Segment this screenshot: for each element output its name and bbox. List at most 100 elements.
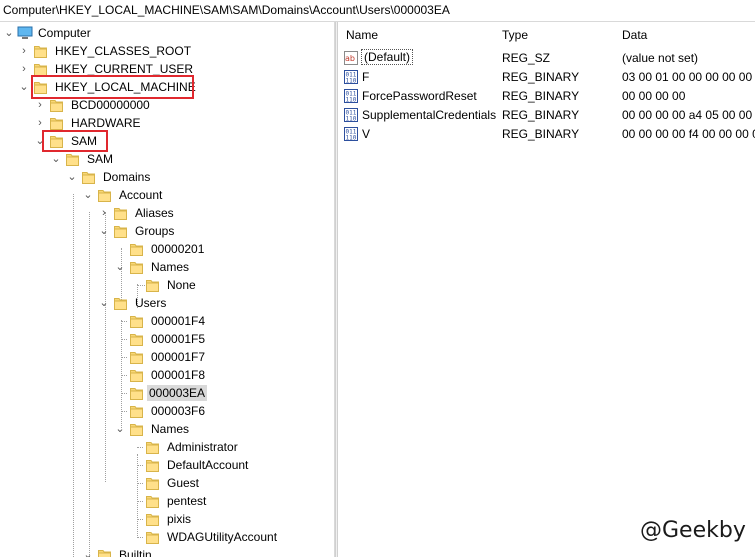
- value-row[interactable]: 011 110 ForcePasswordReset REG_BINARY 00 00 …: [338, 87, 755, 106]
- folder-icon: [146, 440, 159, 454]
- value-name: V: [362, 127, 371, 141]
- chevron-down-icon[interactable]: ⌄: [82, 546, 94, 557]
- folder-icon: [130, 368, 143, 382]
- tree-label: Builtin: [119, 548, 152, 557]
- value-type: REG_BINARY: [502, 108, 580, 122]
- tree-label: BCD00000000: [71, 98, 150, 112]
- registry-tree[interactable]: ⌄ Computer › HKEY_CLASSES_ROOT › HKEY_CU…: [0, 22, 335, 557]
- chevron-down-icon[interactable]: ⌄: [98, 294, 110, 312]
- folder-icon: [114, 224, 127, 238]
- value-name: ForcePasswordReset: [362, 89, 477, 103]
- tree-label: SAM: [87, 152, 114, 166]
- svg-text:110: 110: [346, 135, 357, 142]
- value-name: (Default): [360, 49, 414, 65]
- value-data: (value not set): [622, 51, 699, 65]
- folder-icon: [130, 314, 143, 328]
- column-header-name[interactable]: Name: [346, 28, 378, 42]
- tree-label: Users: [135, 296, 167, 310]
- tree-label: HARDWARE: [71, 116, 141, 130]
- svg-text:110: 110: [346, 78, 357, 85]
- tree-label: 000001F5: [151, 332, 206, 346]
- folder-icon: [146, 494, 159, 508]
- value-name: SupplementalCredentials: [362, 108, 497, 122]
- highlight-box-hklm: [31, 75, 194, 99]
- chevron-down-icon[interactable]: ⌄: [18, 78, 30, 96]
- binary-value-icon: 011110: [344, 70, 358, 84]
- tree-label: Account: [119, 188, 163, 202]
- folder-icon: [98, 548, 111, 557]
- value-data: 03 00 01 00 00 00 00 00 4d: [622, 70, 755, 84]
- tree-label: 000003EA: [147, 385, 208, 401]
- chevron-down-icon[interactable]: ⌄: [98, 222, 110, 240]
- folder-icon: [34, 44, 47, 58]
- tree-label: pixis: [167, 512, 192, 526]
- folder-icon: [114, 206, 127, 220]
- folder-icon: [146, 458, 159, 472]
- binary-value-icon: 011110: [344, 89, 358, 103]
- chevron-down-icon[interactable]: ⌄: [50, 150, 62, 168]
- address-bar[interactable]: Computer\HKEY_LOCAL_MACHINE\SAM\SAM\Doma…: [0, 0, 755, 22]
- folder-icon: [34, 62, 47, 76]
- tree-label: HKEY_CLASSES_ROOT: [55, 44, 192, 58]
- folder-icon: [82, 170, 95, 184]
- chevron-right-icon[interactable]: ›: [98, 204, 110, 222]
- value-type: REG_SZ: [502, 51, 551, 65]
- value-data: 00 00 00 00: [622, 89, 686, 103]
- string-value-icon: ab: [344, 51, 358, 65]
- folder-icon: [98, 188, 111, 202]
- value-type: REG_BINARY: [502, 89, 580, 103]
- tree-label: 000001F7: [151, 350, 206, 364]
- tree-label: 000003F6: [151, 404, 206, 418]
- value-name: F: [362, 70, 370, 84]
- tree-label: None: [167, 278, 196, 292]
- tree-label: Names: [151, 260, 190, 274]
- values-list[interactable]: Name Type Data ab (Default) REG_SZ (value n…: [338, 22, 755, 557]
- tree-label: Domains: [103, 170, 151, 184]
- folder-icon: [130, 386, 143, 400]
- tree-label: 00000201: [151, 242, 205, 256]
- folder-icon: [114, 296, 127, 310]
- folder-icon: [50, 116, 63, 130]
- tree-label: Administrator: [167, 440, 238, 454]
- column-header-data[interactable]: Data: [622, 28, 647, 42]
- chevron-down-icon[interactable]: ⌄: [114, 258, 126, 276]
- value-type: REG_BINARY: [502, 127, 580, 141]
- folder-icon: [130, 260, 143, 274]
- folder-icon: [130, 404, 143, 418]
- folder-icon: [50, 98, 63, 112]
- tree-label: 000001F4: [151, 314, 206, 328]
- tree-label: Guest: [167, 476, 200, 490]
- tree-label: 000001F8: [151, 368, 206, 382]
- value-row[interactable]: ab (Default) REG_SZ (value not set): [338, 49, 755, 68]
- svg-text:110: 110: [346, 97, 357, 104]
- chevron-down-icon[interactable]: ⌄: [66, 168, 78, 186]
- tree-label: Aliases: [135, 206, 174, 220]
- tree-label: Groups: [135, 224, 175, 238]
- chevron-right-icon[interactable]: ›: [34, 96, 46, 114]
- value-data: 00 00 00 00 a4 05 00 00 03: [622, 108, 755, 122]
- folder-icon: [146, 476, 159, 490]
- tree-label: Names: [151, 422, 190, 436]
- chevron-right-icon[interactable]: ›: [18, 60, 30, 78]
- svg-text:ab: ab: [345, 54, 355, 63]
- tree-label: DefaultAccount: [167, 458, 249, 472]
- chevron-down-icon[interactable]: ⌄: [114, 420, 126, 438]
- value-data: 00 00 00 00 f4 00 00 00 03: [622, 127, 755, 141]
- binary-value-icon: 011110: [344, 108, 358, 122]
- folder-icon: [130, 242, 143, 256]
- highlight-box-sam: [42, 130, 108, 152]
- column-header-type[interactable]: Type: [502, 28, 528, 42]
- value-row[interactable]: 011 110 V REG_BINARY 00 00 00 00 f4 00 00 00…: [338, 125, 755, 144]
- folder-icon: [146, 512, 159, 526]
- folder-icon: [130, 332, 143, 346]
- chevron-right-icon[interactable]: ›: [18, 42, 30, 60]
- folder-icon: [146, 278, 159, 292]
- binary-value-icon: 011110: [344, 127, 358, 141]
- value-row[interactable]: 011 110 SupplementalCredentials REG_BINARY 0…: [338, 106, 755, 125]
- value-row[interactable]: 011 110 F REG_BINARY 03 00 01 00 00 00 00 00…: [338, 68, 755, 87]
- svg-text:110: 110: [346, 116, 357, 123]
- chevron-down-icon[interactable]: ⌄: [82, 186, 94, 204]
- chevron-down-icon[interactable]: ⌄: [3, 24, 15, 42]
- watermark: @Geekby: [640, 518, 746, 543]
- folder-icon: [130, 350, 143, 364]
